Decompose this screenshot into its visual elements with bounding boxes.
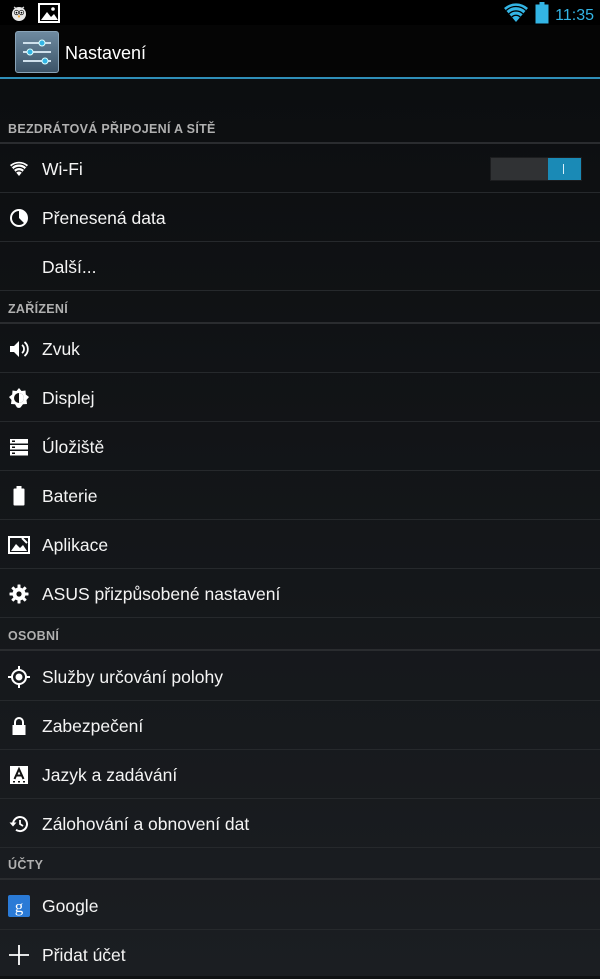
settings-item-label: Baterie — [42, 486, 98, 506]
section-header-label: OSOBNÍ — [8, 629, 60, 643]
settings-item-label: Wi-Fi — [42, 159, 83, 179]
location-icon — [8, 666, 30, 688]
battery-icon — [8, 485, 30, 507]
backup-restore-icon — [8, 813, 30, 835]
settings-item-asus-custom[interactable]: ASUS přizpůsobené nastavení — [0, 569, 600, 618]
settings-item-battery[interactable]: Baterie — [0, 471, 600, 520]
section-header-label: ZAŘÍZENÍ — [8, 302, 69, 316]
settings-item-display[interactable]: Displej — [0, 373, 600, 422]
toggle-knob — [548, 158, 581, 180]
bird-notification-icon — [10, 4, 28, 27]
page-title: Nastavení — [65, 43, 147, 63]
lock-icon — [8, 715, 30, 737]
plus-icon — [8, 944, 30, 966]
settings-item-backup-reset[interactable]: Zálohování a obnovení dat — [0, 799, 600, 848]
storage-icon — [8, 436, 30, 458]
settings-item-label: Zvuk — [42, 339, 80, 359]
settings-item-label: Přidat účet — [42, 945, 126, 965]
brightness-icon — [8, 387, 30, 409]
settings-item-storage[interactable]: Úložiště — [0, 422, 600, 471]
settings-item-label: Zálohování a obnovení dat — [42, 814, 250, 834]
settings-item-more[interactable]: Další... — [0, 242, 600, 291]
settings-item-label: Jazyk a zadávání — [42, 765, 178, 785]
settings-item-sound[interactable]: Zvuk — [0, 324, 600, 373]
svg-text:g: g — [15, 897, 24, 916]
settings-item-location[interactable]: Služby určování polohy — [0, 652, 600, 701]
section-header-label: ÚČTY — [8, 858, 44, 872]
section-header-label: BEZDRÁTOVÁ PŘIPOJENÍ A SÍTĚ — [8, 122, 216, 136]
settings-list: BEZDRÁTOVÁ PŘIPOJENÍ A SÍTĚ Wi-Fi Přenes… — [0, 79, 600, 976]
clock: 11:35 — [555, 6, 594, 24]
section-header-wireless: BEZDRÁTOVÁ PŘIPOJENÍ A SÍTĚ — [0, 114, 600, 144]
section-header-accounts: ÚČTY — [0, 850, 600, 880]
settings-item-label: ASUS přizpůsobené nastavení — [42, 584, 281, 604]
settings-item-label: Zabezpečení — [42, 716, 144, 736]
settings-item-label: Další... — [42, 257, 97, 277]
section-header-personal: OSOBNÍ — [0, 621, 600, 651]
google-icon: g — [8, 895, 30, 917]
settings-item-language-input[interactable]: Jazyk a zadávání — [0, 750, 600, 799]
settings-item-label: Služby určování polohy — [42, 667, 223, 687]
keyboard-language-icon — [8, 764, 30, 786]
settings-item-label: Úložiště — [42, 437, 105, 457]
apps-icon — [8, 534, 30, 556]
wifi-toggle[interactable] — [490, 157, 582, 181]
settings-item-label: Přenesená data — [42, 208, 166, 228]
settings-item-label: Google — [42, 896, 99, 916]
settings-item-apps[interactable]: Aplikace — [0, 520, 600, 569]
settings-sliders-icon[interactable] — [15, 31, 59, 73]
settings-item-data-usage[interactable]: Přenesená data — [0, 193, 600, 242]
settings-item-google[interactable]: g Google — [0, 881, 600, 930]
speaker-icon — [8, 338, 30, 360]
settings-item-wifi[interactable]: Wi-Fi — [0, 144, 600, 193]
settings-item-security[interactable]: Zabezpečení — [0, 701, 600, 750]
action-bar: Nastavení — [0, 25, 600, 79]
settings-item-label: Aplikace — [42, 535, 109, 555]
settings-item-add-account[interactable]: Přidat účet — [0, 930, 600, 979]
data-usage-icon — [8, 207, 30, 229]
status-bar: 11:35 — [0, 0, 600, 25]
wifi-icon — [8, 158, 30, 180]
section-header-device: ZAŘÍZENÍ — [0, 294, 600, 324]
settings-item-label: Displej — [42, 388, 95, 408]
gear-icon — [8, 583, 30, 605]
